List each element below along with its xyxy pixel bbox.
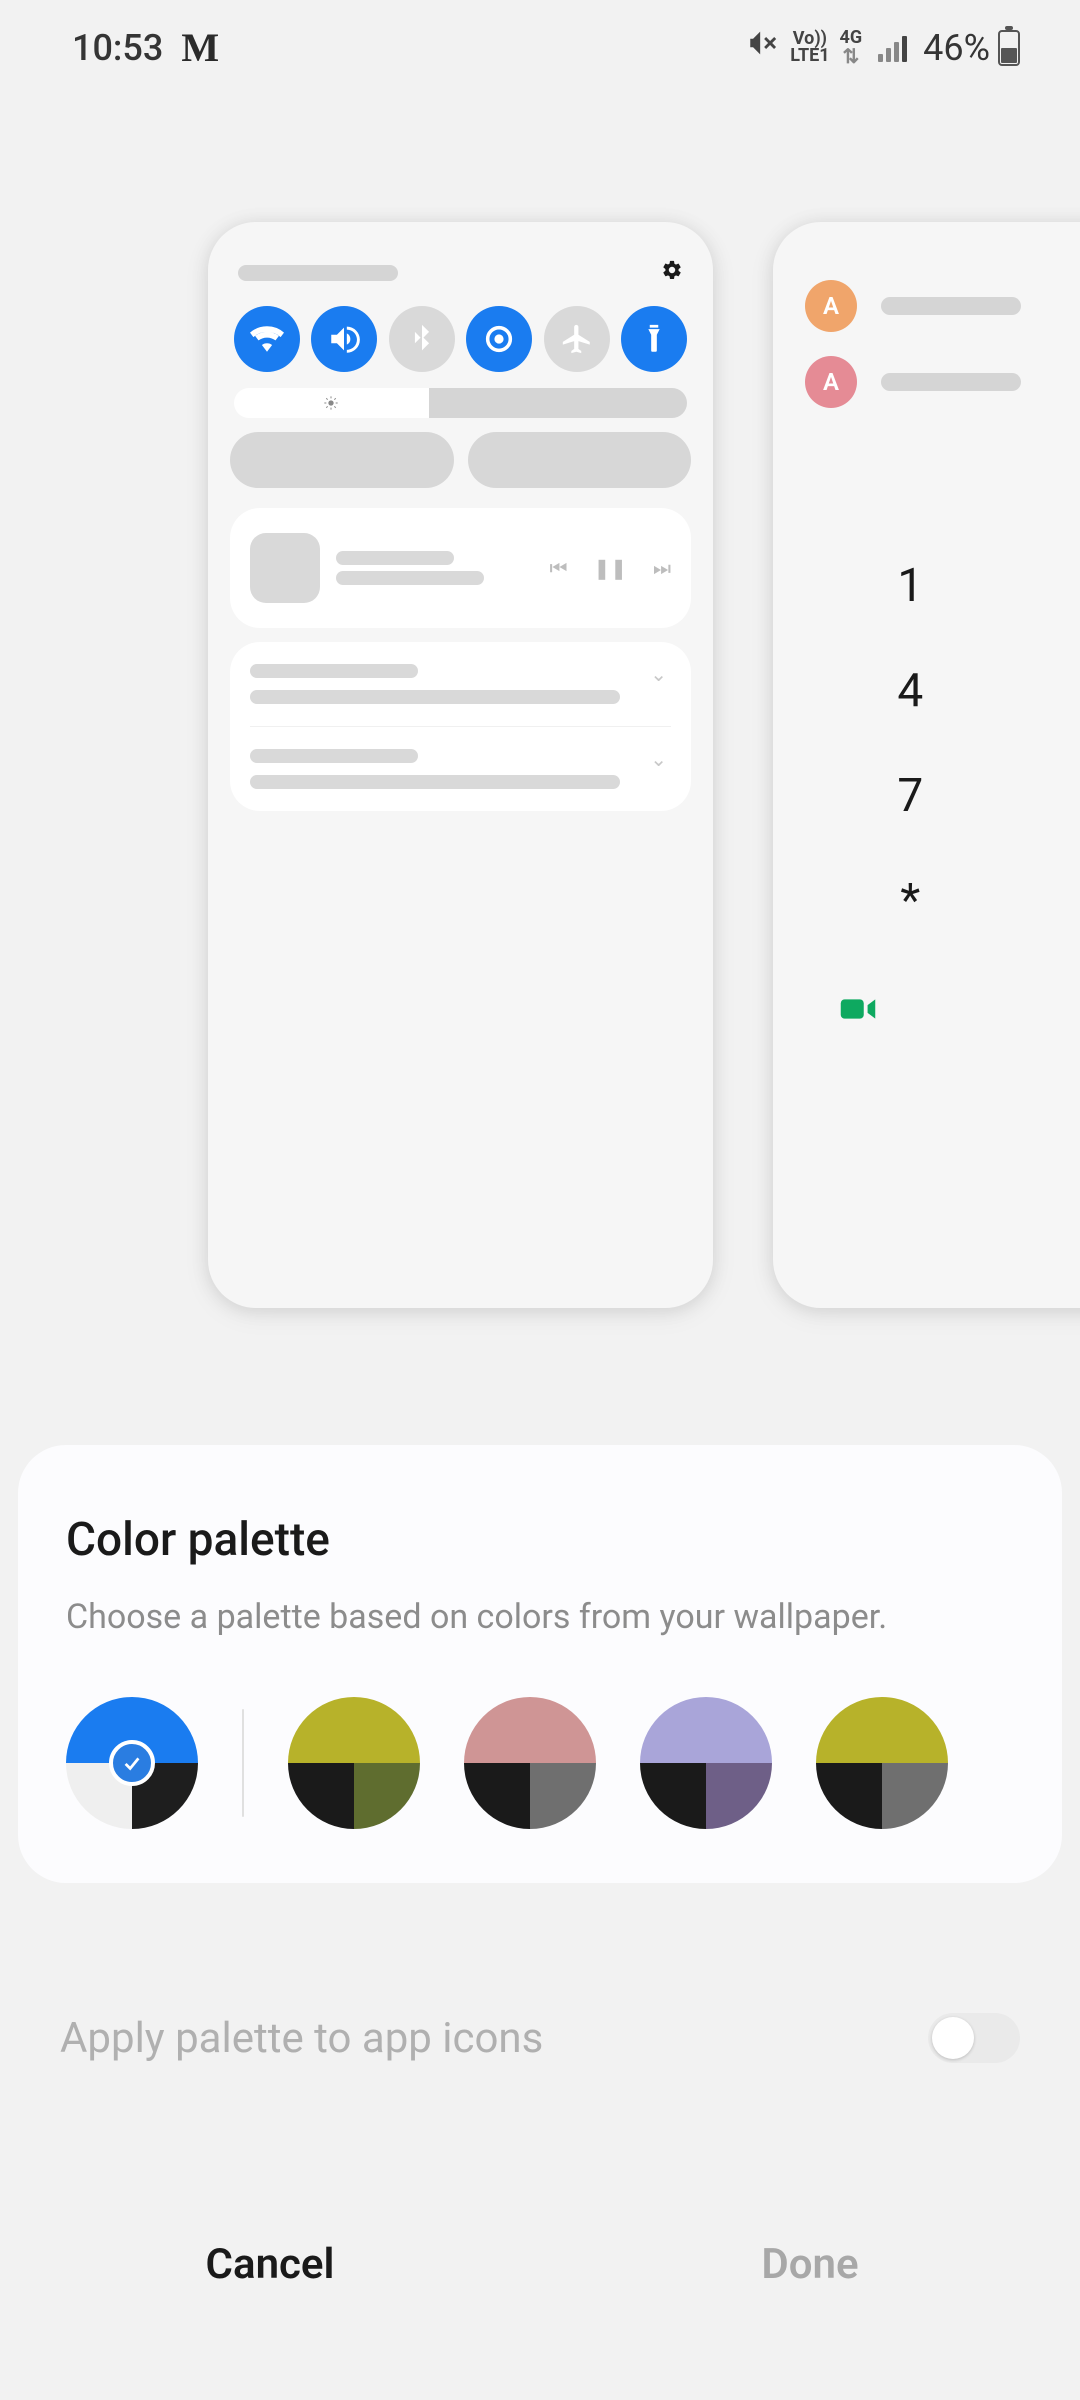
media-text-placeholder: [336, 545, 533, 591]
auto-rotate-icon: [466, 306, 532, 372]
keypad: 1 2 4 5 7 8 * 0: [795, 533, 1080, 953]
status-bar: 10:53 M Vo)) LTE1 4G ⇅ 46%: [0, 0, 1080, 95]
dialer-preview[interactable]: A A 010 1 2 4 5 7 8 * 0: [773, 222, 1080, 1308]
media-control: ⏮ ❚❚ ⏭: [230, 508, 691, 628]
qp-header: [238, 258, 683, 288]
key-7: 7: [795, 743, 1026, 848]
sheet-subtitle: Choose a palette based on colors from yo…: [66, 1595, 1014, 1639]
gear-icon: [661, 258, 683, 288]
apply-palette-row: Apply palette to app icons: [60, 2013, 1020, 2063]
contact-name-placeholder: [881, 373, 1021, 391]
apply-palette-toggle[interactable]: [928, 2013, 1020, 2063]
palette-swatch-3[interactable]: [640, 1697, 772, 1829]
notification-item: ⌄: [250, 642, 671, 726]
dialer-actions: [795, 961, 1080, 1061]
dialed-number: 010: [795, 432, 1080, 507]
palette-swatch-2[interactable]: [464, 1697, 596, 1829]
color-palette-sheet: Color palette Choose a palette based on …: [18, 1445, 1062, 1883]
key-2: 2: [1026, 533, 1080, 638]
network-gen-indicator: 4G ⇅: [840, 30, 863, 64]
key-8: 8: [1026, 743, 1080, 848]
palette-swatch-4[interactable]: [816, 1697, 948, 1829]
signal-icon: [878, 34, 907, 62]
wifi-icon: [234, 306, 300, 372]
device-control-pills: [230, 432, 691, 488]
media-buttons: ⏮ ❚❚ ⏭: [549, 556, 671, 580]
palette-swatch-0[interactable]: [66, 1697, 198, 1829]
status-time: 10:53: [72, 27, 163, 69]
pause-icon: ❚❚: [593, 556, 627, 580]
sheet-title: Color palette: [66, 1513, 1014, 1567]
volte-indicator: Vo)) LTE1: [790, 31, 829, 63]
key-1: 1: [795, 533, 1026, 638]
check-icon: [109, 1740, 155, 1786]
chevron-down-icon: ⌄: [650, 747, 667, 771]
palette-swatch-1[interactable]: [288, 1697, 420, 1829]
flashlight-icon: [621, 306, 687, 372]
status-right: Vo)) LTE1 4G ⇅ 46%: [746, 26, 1020, 69]
brightness-slider: [234, 388, 687, 418]
status-left: 10:53 M: [72, 24, 217, 71]
key-star: *: [795, 848, 1026, 953]
carrier-placeholder: [238, 265, 398, 281]
palette-swatches: [66, 1697, 1014, 1829]
battery-indicator: 46%: [923, 27, 1020, 69]
key-0: 0: [1026, 848, 1080, 953]
quick-panel-preview[interactable]: ⏮ ❚❚ ⏭ ⌄ ⌄: [208, 222, 713, 1308]
battery-icon: [998, 30, 1020, 66]
avatar: A: [805, 356, 857, 408]
prev-icon: ⏮: [549, 556, 567, 580]
quick-toggles: [234, 306, 687, 372]
contact-name-placeholder: [881, 297, 1021, 315]
preview-row[interactable]: ⏮ ❚❚ ⏭ ⌄ ⌄ A A 010 1 2 4 5: [208, 222, 1080, 1308]
video-call-icon: [835, 986, 881, 1036]
gmail-icon: M: [181, 24, 217, 71]
key-5: 5: [1026, 638, 1080, 743]
chevron-down-icon: ⌄: [650, 662, 667, 686]
bluetooth-icon: [389, 306, 455, 372]
swatch-divider: [242, 1709, 244, 1817]
recent-contact: A: [805, 280, 1080, 332]
airplane-icon: [544, 306, 610, 372]
apply-palette-label: Apply palette to app icons: [60, 2014, 543, 2063]
key-4: 4: [795, 638, 1026, 743]
bottom-buttons: Cancel Done: [0, 2240, 1080, 2289]
vibrate-mute-icon: [746, 26, 780, 69]
album-art-placeholder: [250, 533, 320, 603]
notification-item: ⌄: [250, 726, 671, 811]
sound-icon: [311, 306, 377, 372]
done-button[interactable]: Done: [540, 2240, 1080, 2289]
recent-contact: A: [805, 356, 1080, 408]
cancel-button[interactable]: Cancel: [0, 2240, 540, 2289]
avatar: A: [805, 280, 857, 332]
next-icon: ⏭: [653, 556, 671, 580]
notification-group: ⌄ ⌄: [230, 642, 691, 811]
